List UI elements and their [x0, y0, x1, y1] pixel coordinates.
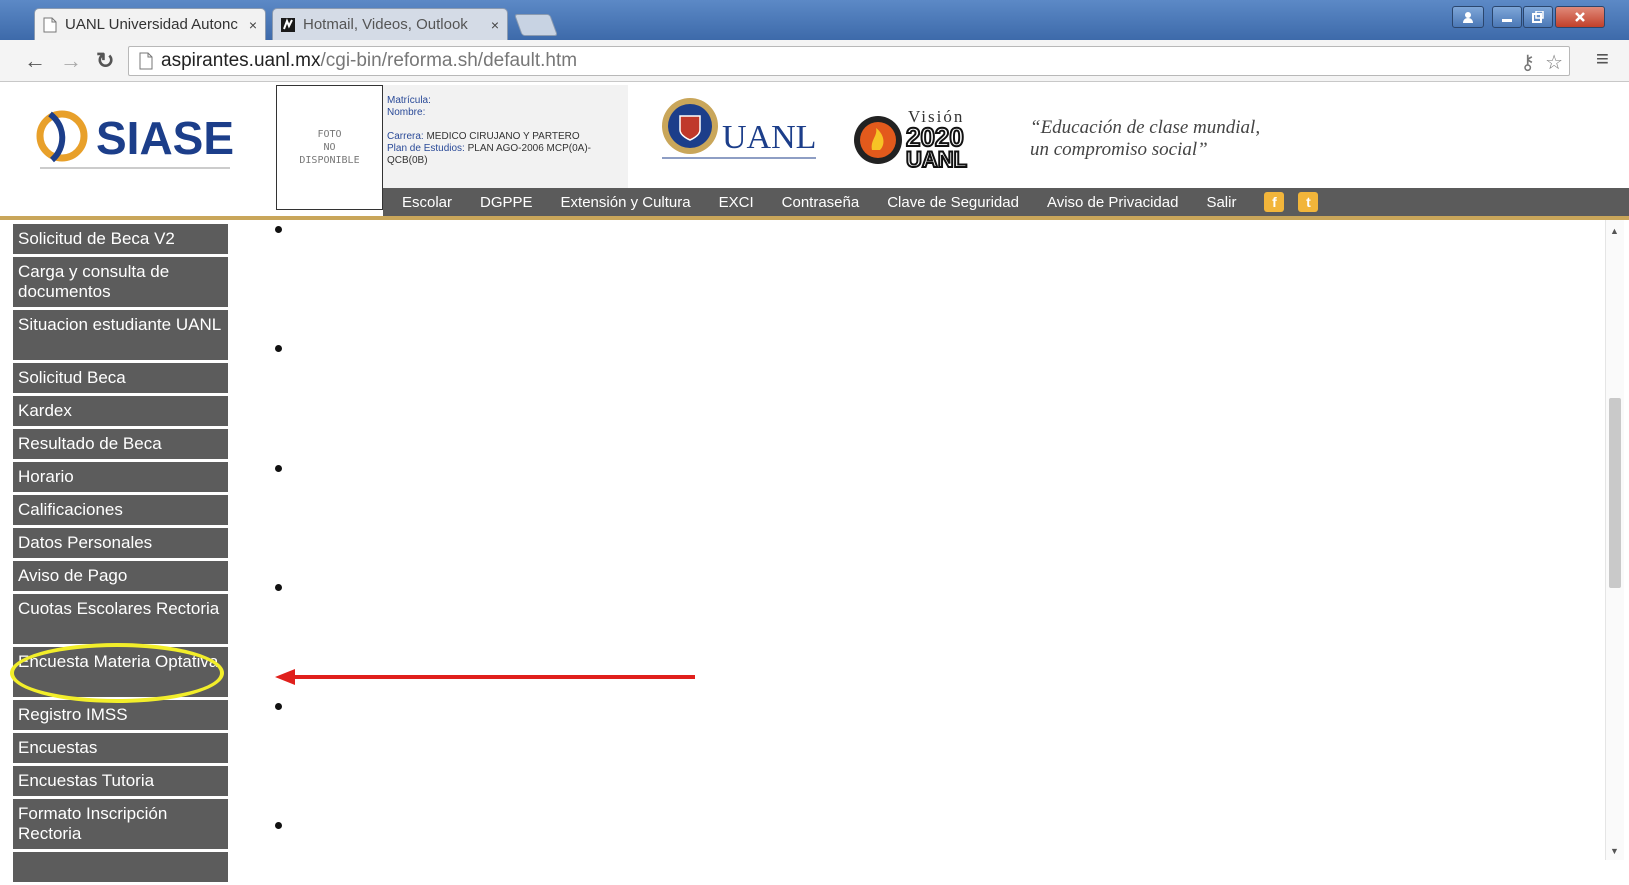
browser-titlebar: UANL Universidad Autonc × Hotmail, Video… [0, 0, 1629, 40]
nav-clave-seguridad[interactable]: Clave de Seguridad [873, 194, 1033, 211]
page-icon [43, 17, 57, 32]
nav-extension-cultura[interactable]: Extensión y Cultura [547, 194, 705, 211]
sidebar-item-situacion-estudiante[interactable]: Situacion estudiante UANL [13, 310, 228, 360]
page-icon [139, 52, 153, 70]
sidebar-item-datos-personales[interactable]: Datos Personales [13, 528, 228, 558]
siase-logo[interactable]: SIASE [36, 106, 236, 176]
carrera-value: MEDICO CIRUJANO Y PARTERO [426, 131, 580, 142]
sidebar-menu: Solicitud de Beca V2 Carga y consulta de… [13, 224, 228, 885]
star-icon[interactable]: ☆ [1545, 50, 1563, 75]
sidebar-item-resultado-beca[interactable]: Resultado de Beca [13, 429, 228, 459]
highlight-ellipse [10, 643, 224, 703]
uanl-logo[interactable]: UANL [660, 96, 820, 168]
back-arrow-icon[interactable]: ← [24, 48, 46, 74]
key-icon[interactable]: ⚷ [1520, 50, 1535, 75]
header-divider [0, 216, 1629, 220]
sidebar-item-encuestas[interactable]: Encuestas [13, 733, 228, 763]
sidebar-item-encuestas-tutoria[interactable]: Encuestas Tutoria [13, 766, 228, 796]
logo-text: SIASE [96, 112, 234, 164]
list-bullet [275, 345, 282, 352]
sidebar-item-kardex[interactable]: Kardex [13, 396, 228, 426]
nav-escolar[interactable]: Escolar [383, 194, 466, 211]
msn-icon [281, 17, 295, 32]
sidebar-item-horario[interactable]: Horario [13, 462, 228, 492]
close-icon[interactable]: × [491, 17, 499, 33]
tab-hotmail[interactable]: Hotmail, Videos, Outlook × [272, 8, 508, 40]
vision-2020-logo[interactable]: Visión 2020 UANL [852, 104, 994, 168]
scroll-down-icon[interactable]: ▼ [1610, 846, 1619, 856]
menu-icon[interactable]: ≡ [1596, 46, 1609, 72]
scroll-up-icon[interactable]: ▲ [1610, 226, 1619, 236]
page-scrollbar[interactable]: ▲ ▼ [1605, 220, 1624, 860]
vision-org: UANL [906, 147, 967, 168]
facebook-icon[interactable]: f [1264, 192, 1285, 212]
photo-placeholder: FOTO NO DISPONIBLE [276, 85, 383, 210]
forward-arrow-icon[interactable]: → [60, 48, 82, 74]
sidebar-item-carga-documentos[interactable]: Carga y consulta de documentos [13, 257, 228, 307]
plan-label: Plan de Estudios: [387, 143, 465, 154]
close-icon[interactable]: × [249, 17, 257, 33]
list-bullet [275, 226, 282, 233]
tab-title: UANL Universidad Autonc [65, 16, 238, 33]
sidebar-item-partial[interactable] [13, 852, 228, 882]
slogan: “Educación de clase mundial, un compromi… [1030, 117, 1261, 160]
nav-contrasena[interactable]: Contraseña [768, 194, 874, 211]
sidebar-item-cuotas-escolares[interactable]: Cuotas Escolares Rectoria [13, 594, 228, 644]
url-host: aspirantes.uanl.mx [161, 50, 321, 71]
close-window-button[interactable] [1555, 6, 1605, 28]
sidebar-item-solicitud-beca-v2[interactable]: Solicitud de Beca V2 [13, 224, 228, 254]
sidebar-item-aviso-pago[interactable]: Aviso de Pago [13, 561, 228, 591]
nav-salir[interactable]: Salir [1192, 194, 1250, 211]
red-arrow-annotation [275, 669, 695, 685]
user-icon[interactable] [1452, 6, 1484, 28]
list-bullet [275, 584, 282, 591]
nav-aviso-privacidad[interactable]: Aviso de Privacidad [1033, 194, 1192, 211]
new-tab-button[interactable] [513, 14, 559, 36]
scroll-thumb[interactable] [1609, 398, 1621, 588]
tab-uanl[interactable]: UANL Universidad Autonc × [34, 8, 266, 40]
url-path: /cgi-bin/reforma.sh/default.htm [320, 50, 578, 71]
sidebar-item-calificaciones[interactable]: Calificaciones [13, 495, 228, 525]
tab-title: Hotmail, Videos, Outlook [303, 16, 468, 33]
sidebar-item-solicitud-beca[interactable]: Solicitud Beca [13, 363, 228, 393]
close-icon [1575, 12, 1585, 22]
address-bar[interactable]: aspirantes.uanl.mx/cgi-bin/reforma.sh/de… [128, 46, 1570, 76]
sidebar-item-formato-inscripcion[interactable]: Formato Inscripción Rectoria [13, 799, 228, 849]
twitter-icon[interactable]: t [1298, 192, 1319, 212]
uanl-text: UANL [722, 119, 816, 156]
sidebar-item-registro-imss[interactable]: Registro IMSS [13, 700, 228, 730]
list-bullet [275, 822, 282, 829]
nav-dgppe[interactable]: DGPPE [466, 194, 547, 211]
reload-icon[interactable]: ↻ [96, 48, 114, 74]
carrera-label: Carrera: [387, 131, 424, 142]
nav-exci[interactable]: EXCI [705, 194, 768, 211]
minimize-icon[interactable] [1492, 6, 1522, 28]
matricula-label: Matrícula: [387, 95, 431, 106]
list-bullet [275, 703, 282, 710]
top-navigation: Escolar DGPPE Extensión y Cultura EXCI C… [383, 188, 1629, 216]
nombre-label: Nombre: [387, 107, 426, 118]
restore-icon[interactable] [1523, 6, 1553, 28]
student-info: Matrícula: Nombre: Carrera: MEDICO CIRUJ… [383, 85, 628, 203]
list-bullet [275, 465, 282, 472]
browser-toolbar: ← → ↻ aspirantes.uanl.mx/cgi-bin/reforma… [0, 40, 1629, 82]
